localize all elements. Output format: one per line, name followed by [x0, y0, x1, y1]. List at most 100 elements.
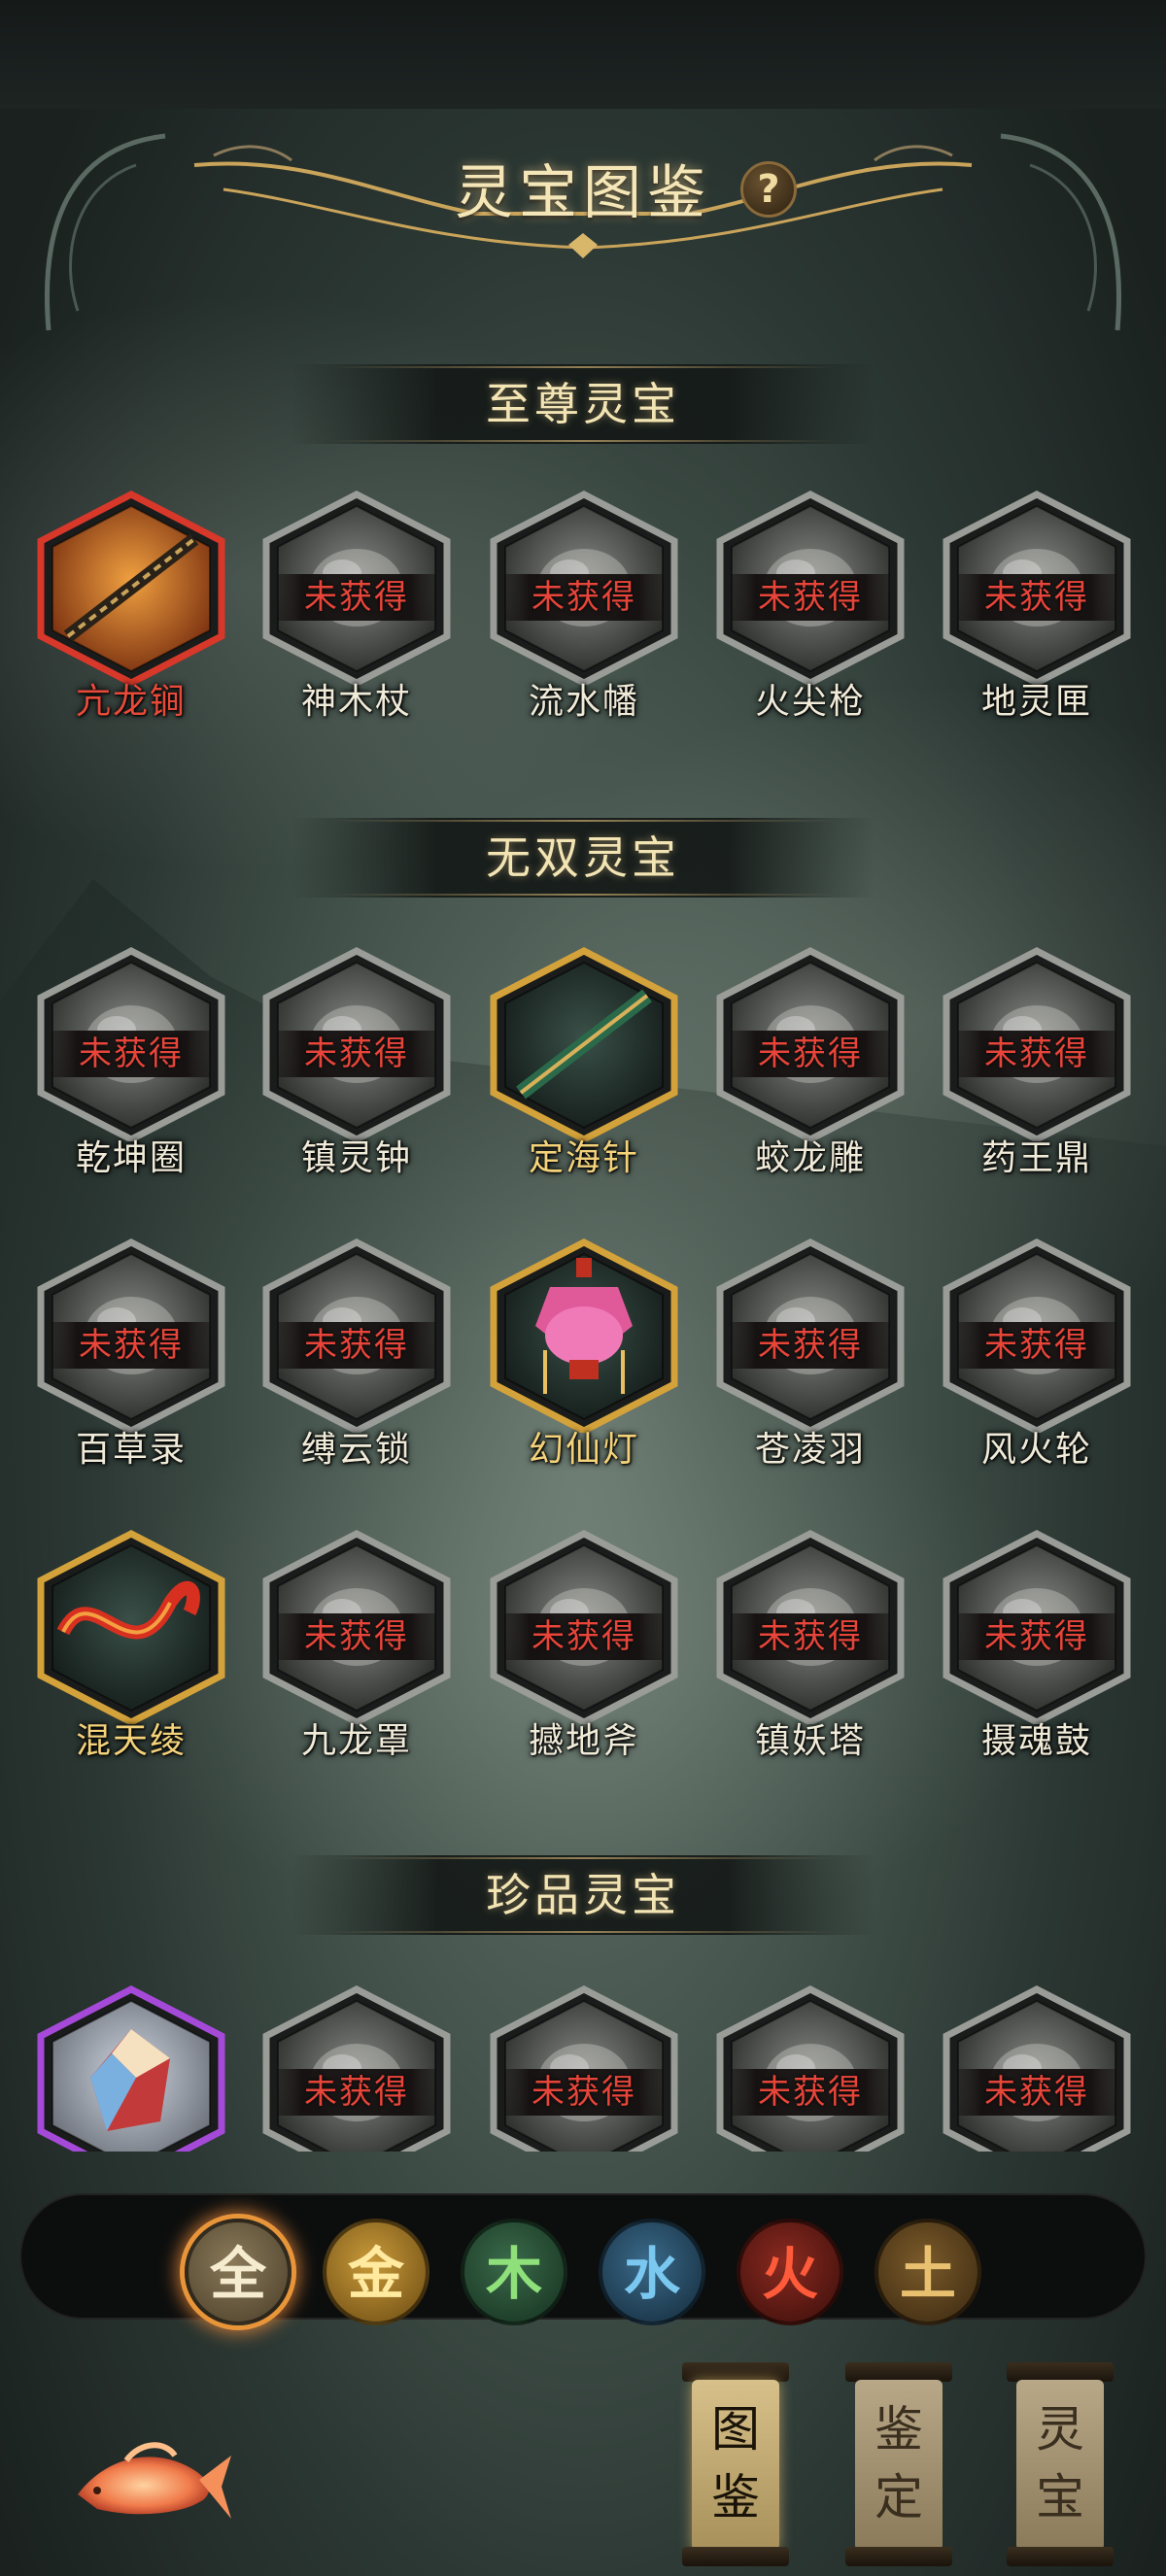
scroll-cap: [845, 2547, 952, 2566]
treasure-item[interactable]: 未获得: [255, 1985, 459, 2152]
locked-badge: 未获得: [958, 1031, 1115, 1077]
filter-water-button[interactable]: 水: [599, 2219, 705, 2325]
treasure-item[interactable]: 未获得 蛟龙雕: [708, 947, 912, 1180]
tab-label-bottom: 鉴: [711, 2469, 760, 2525]
treasure-item[interactable]: [29, 1985, 233, 2152]
treasure-item[interactable]: 未获得 地灵匣: [935, 491, 1139, 724]
treasure-name: 幻仙灯: [528, 1430, 639, 1470]
treasure-name: 苍凌羽: [754, 1430, 866, 1470]
tab-label-top: 鉴: [874, 2401, 923, 2457]
locked-badge: 未获得: [505, 2069, 663, 2116]
treasure-name: 火尖枪: [754, 682, 866, 722]
page-title: 灵宝图鉴: [455, 159, 711, 227]
treasure-item[interactable]: 未获得 九龙罩: [255, 1530, 459, 1763]
locked-badge: 未获得: [732, 2069, 889, 2116]
treasure-item[interactable]: 未获得 流水幡: [482, 491, 686, 724]
locked-badge: 未获得: [732, 1322, 889, 1369]
treasure-name: 摄魂鼓: [980, 1721, 1092, 1761]
treasure-item[interactable]: 未获得 乾坤圈: [29, 947, 233, 1180]
locked-badge: 未获得: [505, 1613, 663, 1660]
locked-badge: 未获得: [278, 574, 435, 621]
treasure-item[interactable]: 混天绫: [29, 1530, 233, 1763]
treasure-name: 定海针: [528, 1138, 639, 1178]
locked-badge: 未获得: [958, 574, 1115, 621]
locked-badge: 未获得: [732, 574, 889, 621]
treasure-item[interactable]: 未获得 镇妖塔: [708, 1530, 912, 1763]
tab-label-bottom: 宝: [1036, 2469, 1084, 2525]
treasure-name: 亢龙锏: [75, 682, 187, 722]
help-button[interactable]: ?: [740, 161, 797, 218]
tab-label-top: 图: [711, 2401, 760, 2457]
scroll-cap: [1007, 2362, 1114, 2382]
section-header-peerless: 无双灵宝: [292, 818, 874, 898]
treasure-item[interactable]: 未获得 百草录: [29, 1238, 233, 1472]
treasure-item[interactable]: 未获得 摄魂鼓: [935, 1530, 1139, 1763]
treasure-name: 药王鼎: [980, 1138, 1092, 1178]
treasure-item[interactable]: 未获得: [708, 1985, 912, 2152]
lantern-art: [535, 1258, 633, 1394]
treasure-item[interactable]: 未获得 神木杖: [255, 491, 459, 724]
treasure-name: 风火轮: [980, 1430, 1092, 1470]
treasure-item[interactable]: 未获得 撼地斧: [482, 1530, 686, 1763]
treasure-name: 流水幡: [528, 682, 639, 722]
filter-metal-button[interactable]: 金: [323, 2219, 429, 2325]
section-header-rare: 珍品灵宝: [292, 1855, 874, 1935]
treasure-item[interactable]: 未获得 火尖枪: [708, 491, 912, 724]
tab-label-bottom: 定: [874, 2469, 923, 2525]
locked-badge: 未获得: [52, 1322, 210, 1369]
treasure-item[interactable]: 幻仙灯: [482, 1238, 686, 1472]
bottom-tab[interactable]: 图 鉴: [682, 2362, 789, 2566]
bottom-tab[interactable]: 鉴 定: [845, 2362, 952, 2566]
treasure-name: 九龙罩: [300, 1721, 412, 1761]
treasure-item[interactable]: 定海针: [482, 947, 686, 1180]
scroll-body: 鉴 定: [855, 2380, 943, 2551]
bottom-tab[interactable]: 灵 宝: [1007, 2362, 1114, 2566]
treasure-name: 缚云锁: [300, 1430, 412, 1470]
locked-badge: 未获得: [732, 1031, 889, 1077]
treasure-item[interactable]: 未获得 药王鼎: [935, 947, 1139, 1180]
mace-art: [63, 533, 199, 642]
treasure-item[interactable]: 未获得 苍凌羽: [708, 1238, 912, 1472]
locked-badge: 未获得: [958, 1613, 1115, 1660]
locked-badge: 未获得: [278, 2069, 435, 2116]
locked-badge: 未获得: [732, 1613, 889, 1660]
filter-wood-button[interactable]: 木: [461, 2219, 567, 2325]
game-screen: 灵宝图鉴 ? 至尊灵宝 无双灵宝 珍品灵宝 亢龙锏 未获得 神木杖 未获得 流水…: [0, 0, 1166, 2576]
section-header-supreme: 至尊灵宝: [292, 364, 874, 444]
needle-art: [516, 989, 652, 1100]
treasure-item[interactable]: 未获得: [482, 1985, 686, 2152]
treasure-item[interactable]: 未获得: [935, 1985, 1139, 2152]
locked-badge: 未获得: [278, 1031, 435, 1077]
scroll-body: 图 鉴: [692, 2380, 779, 2551]
scroll-cap: [682, 2547, 789, 2566]
scroll-cap: [845, 2362, 952, 2382]
scroll-body: 灵 宝: [1016, 2380, 1104, 2551]
treasure-name: 神木杖: [300, 682, 412, 722]
treasure-name: 镇灵钟: [300, 1138, 412, 1178]
scroll-cap: [1007, 2547, 1114, 2566]
top-bar: [0, 0, 1166, 109]
koi-fish-icon[interactable]: [68, 2426, 233, 2533]
treasure-name: 撼地斧: [528, 1721, 639, 1761]
gem-art: [90, 2029, 170, 2131]
treasure-name: 百草录: [75, 1430, 187, 1470]
locked-badge: 未获得: [958, 2069, 1115, 2116]
filter-earth-button[interactable]: 土: [874, 2219, 981, 2325]
treasure-item[interactable]: 亢龙锏: [29, 491, 233, 724]
treasure-name: 混天绫: [75, 1721, 187, 1761]
filter-fire-button[interactable]: 火: [737, 2219, 843, 2325]
filter-all-button[interactable]: 全: [185, 2219, 292, 2325]
treasure-name: 乾坤圈: [75, 1138, 187, 1178]
treasure-item[interactable]: 未获得 镇灵钟: [255, 947, 459, 1180]
scroll-cap: [682, 2362, 789, 2382]
treasure-item[interactable]: 未获得 缚云锁: [255, 1238, 459, 1472]
ribbon-art: [56, 1580, 200, 1640]
locked-badge: 未获得: [278, 1322, 435, 1369]
question-mark-icon: ?: [757, 167, 780, 212]
locked-badge: 未获得: [505, 574, 663, 621]
tab-label-top: 灵: [1036, 2401, 1084, 2457]
treasure-name: 地灵匣: [980, 682, 1092, 722]
locked-badge: 未获得: [52, 1031, 210, 1077]
locked-badge: 未获得: [958, 1322, 1115, 1369]
treasure-item[interactable]: 未获得 风火轮: [935, 1238, 1139, 1472]
